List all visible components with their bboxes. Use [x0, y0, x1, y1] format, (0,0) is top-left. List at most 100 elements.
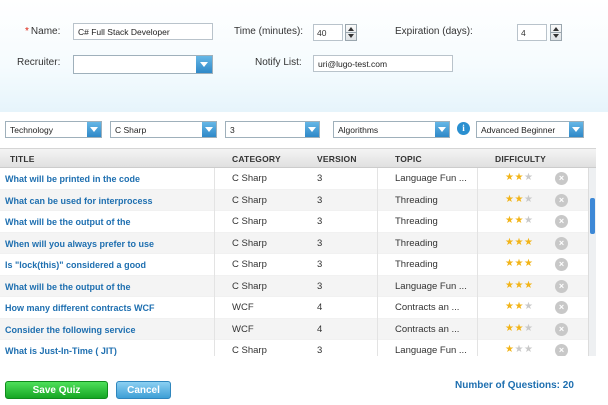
- chevron-down-icon[interactable]: [569, 122, 583, 137]
- name-label: * Name:: [25, 26, 60, 37]
- table-row[interactable]: What will be the output of the C Sharp 3 La…: [0, 275, 596, 297]
- star-icon: ★: [523, 172, 534, 183]
- table-row[interactable]: What will be the output of the C Sharp 3 Th…: [0, 211, 596, 233]
- question-title-link[interactable]: Is "lock(this)" considered a good: [5, 260, 210, 270]
- stepper-down-icon[interactable]: [553, 34, 559, 38]
- chevron-down-icon[interactable]: [305, 122, 319, 137]
- remove-icon[interactable]: ×: [555, 322, 568, 336]
- recruiter-label: Recruiter:: [17, 57, 61, 68]
- difficulty-rating: ★★★: [505, 258, 533, 269]
- time-stepper[interactable]: [345, 24, 357, 41]
- column-divider: [377, 340, 378, 356]
- star-icon: ★: [523, 279, 534, 291]
- version-filter[interactable]: 3: [225, 121, 320, 138]
- question-title-link[interactable]: Consider the following service: [5, 325, 210, 335]
- question-category: WCF: [232, 302, 254, 313]
- question-category: C Sharp: [232, 216, 267, 227]
- question-title-link[interactable]: What can be used for interprocess: [5, 196, 210, 206]
- stepper-down-icon[interactable]: [348, 34, 354, 38]
- column-header-version[interactable]: VERSION: [317, 154, 357, 164]
- star-icon: ★: [523, 322, 534, 334]
- question-title-link[interactable]: What is Just-In-Time ( JIT): [5, 346, 210, 356]
- column-header-difficulty[interactable]: DIFFICULTY: [495, 154, 546, 164]
- column-header-topic[interactable]: TOPIC: [395, 154, 422, 164]
- star-icon: ★: [514, 301, 524, 312]
- star-icon: ★: [523, 193, 534, 205]
- column-divider: [214, 211, 215, 233]
- star-icon: ★: [523, 215, 534, 226]
- remove-icon[interactable]: ×: [555, 279, 568, 293]
- remove-icon[interactable]: ×: [555, 344, 568, 356]
- notify-list-input[interactable]: uri@lugo-test.com: [313, 55, 453, 72]
- remove-icon[interactable]: ×: [555, 215, 568, 228]
- remove-icon[interactable]: ×: [555, 301, 568, 314]
- table-row[interactable]: When will you always prefer to use C Shar…: [0, 232, 596, 254]
- table-row[interactable]: How many different contracts WCF WCF 4 Cont…: [0, 297, 596, 319]
- column-divider: [214, 275, 215, 297]
- cancel-button[interactable]: Cancel: [116, 381, 171, 399]
- column-header-category[interactable]: CATEGORY: [232, 154, 281, 164]
- technology-filter[interactable]: Technology: [5, 121, 102, 138]
- question-title-link[interactable]: How many different contracts WCF: [5, 303, 210, 313]
- version-filter-value: 3: [230, 125, 235, 135]
- grid-scrollbar[interactable]: [588, 168, 596, 356]
- question-category: WCF: [232, 323, 254, 335]
- time-input[interactable]: 40: [313, 24, 343, 41]
- remove-icon[interactable]: ×: [555, 258, 568, 271]
- table-row[interactable]: What will be printed in the code C Sharp 3…: [0, 168, 596, 190]
- column-divider: [377, 211, 378, 233]
- topic-filter[interactable]: Algorithms: [333, 121, 450, 138]
- chevron-down-icon[interactable]: [87, 122, 101, 137]
- question-topic: Contracts an ...: [395, 323, 460, 335]
- notify-label: Notify List:: [255, 57, 302, 68]
- question-title-link[interactable]: When will you always prefer to use: [5, 239, 210, 249]
- star-icon: ★: [514, 215, 524, 226]
- question-category: C Sharp: [232, 173, 267, 184]
- remove-icon[interactable]: ×: [555, 236, 568, 250]
- column-divider: [377, 297, 378, 319]
- difficulty-rating: ★★★: [505, 237, 533, 248]
- remove-icon[interactable]: ×: [555, 193, 568, 207]
- stepper-up-icon[interactable]: [348, 27, 354, 31]
- remove-icon[interactable]: ×: [555, 172, 568, 185]
- question-title-link[interactable]: What will be the output of the: [5, 217, 210, 227]
- star-icon: ★: [523, 236, 534, 248]
- expiration-input[interactable]: 4: [517, 24, 547, 41]
- difficulty-rating: ★★★: [505, 323, 533, 334]
- difficulty-filter[interactable]: Advanced Beginner: [476, 121, 584, 138]
- difficulty-rating: ★★★: [505, 280, 533, 291]
- table-row[interactable]: What is Just-In-Time ( JIT) C Sharp 3 Langu…: [0, 340, 596, 356]
- star-icon: ★: [514, 172, 524, 183]
- star-icon: ★: [523, 301, 534, 312]
- table-row[interactable]: Is "lock(this)" considered a good C Sharp…: [0, 254, 596, 276]
- question-version: 3: [317, 173, 323, 184]
- name-label-text: Name:: [30, 26, 61, 37]
- scrollbar-thumb[interactable]: [590, 198, 595, 234]
- chevron-down-icon[interactable]: [202, 122, 216, 137]
- question-version: 3: [317, 259, 323, 270]
- info-icon[interactable]: i: [457, 122, 470, 135]
- table-row[interactable]: What can be used for interprocess C Sharp…: [0, 189, 596, 211]
- column-divider: [477, 318, 478, 340]
- expiration-stepper[interactable]: [550, 24, 562, 41]
- questions-grid: TITLE CATEGORY VERSION TOPIC DIFFICULTY …: [0, 148, 596, 356]
- question-version: 3: [317, 216, 323, 227]
- chevron-down-icon[interactable]: [196, 56, 212, 73]
- save-quiz-button[interactable]: Save Quiz: [5, 381, 108, 399]
- question-title-link[interactable]: What will be printed in the code: [5, 174, 210, 184]
- difficulty-rating: ★★★: [505, 215, 533, 226]
- name-input[interactable]: C# Full Stack Developer: [73, 23, 213, 40]
- question-title-link[interactable]: What will be the output of the: [5, 282, 210, 292]
- chevron-down-icon[interactable]: [435, 122, 449, 137]
- recruiter-dropdown[interactable]: [73, 55, 213, 74]
- language-filter[interactable]: C Sharp: [110, 121, 217, 138]
- question-version: 3: [317, 345, 323, 356]
- star-icon: ★: [514, 258, 524, 269]
- language-filter-value: C Sharp: [115, 125, 147, 135]
- stepper-up-icon[interactable]: [553, 27, 559, 31]
- column-divider: [214, 318, 215, 340]
- column-header-title[interactable]: TITLE: [10, 154, 35, 164]
- difficulty-rating: ★★★: [505, 301, 533, 312]
- question-category: C Sharp: [232, 280, 267, 292]
- table-row[interactable]: Consider the following service WCF 4 Contra…: [0, 318, 596, 340]
